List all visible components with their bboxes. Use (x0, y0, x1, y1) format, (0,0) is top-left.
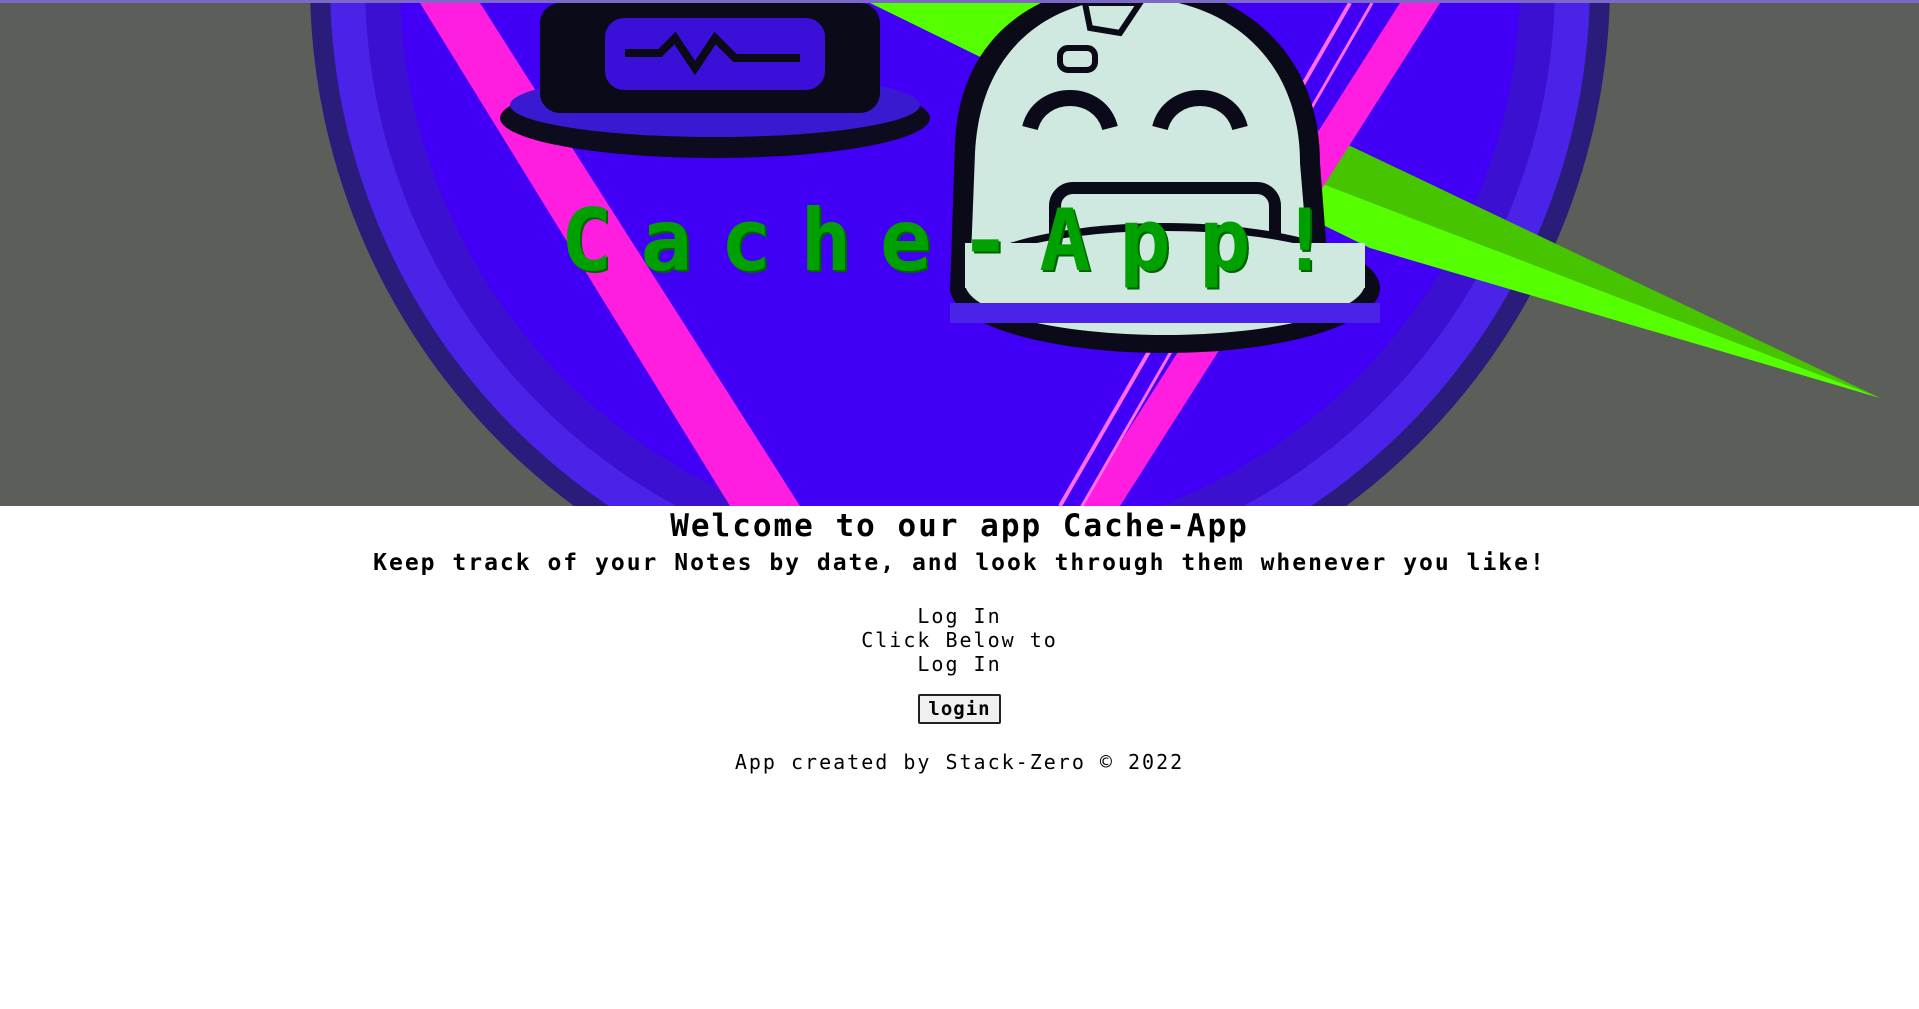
app-title: Cache-App! (560, 191, 1359, 291)
login-heading: Log In (917, 604, 1002, 628)
welcome-heading: Welcome to our app Cache-App (670, 508, 1249, 544)
footer-credit: App created by Stack-Zero © 2022 (734, 750, 1185, 774)
main-content: Welcome to our app Cache-App Keep track … (0, 506, 1919, 774)
login-button[interactable]: login (918, 694, 1001, 724)
tagline: Keep track of your Notes by date, and lo… (373, 550, 1546, 576)
hero-banner: Cache-App! (0, 3, 1919, 506)
login-instructions: Click Below to Log In (861, 628, 1058, 676)
